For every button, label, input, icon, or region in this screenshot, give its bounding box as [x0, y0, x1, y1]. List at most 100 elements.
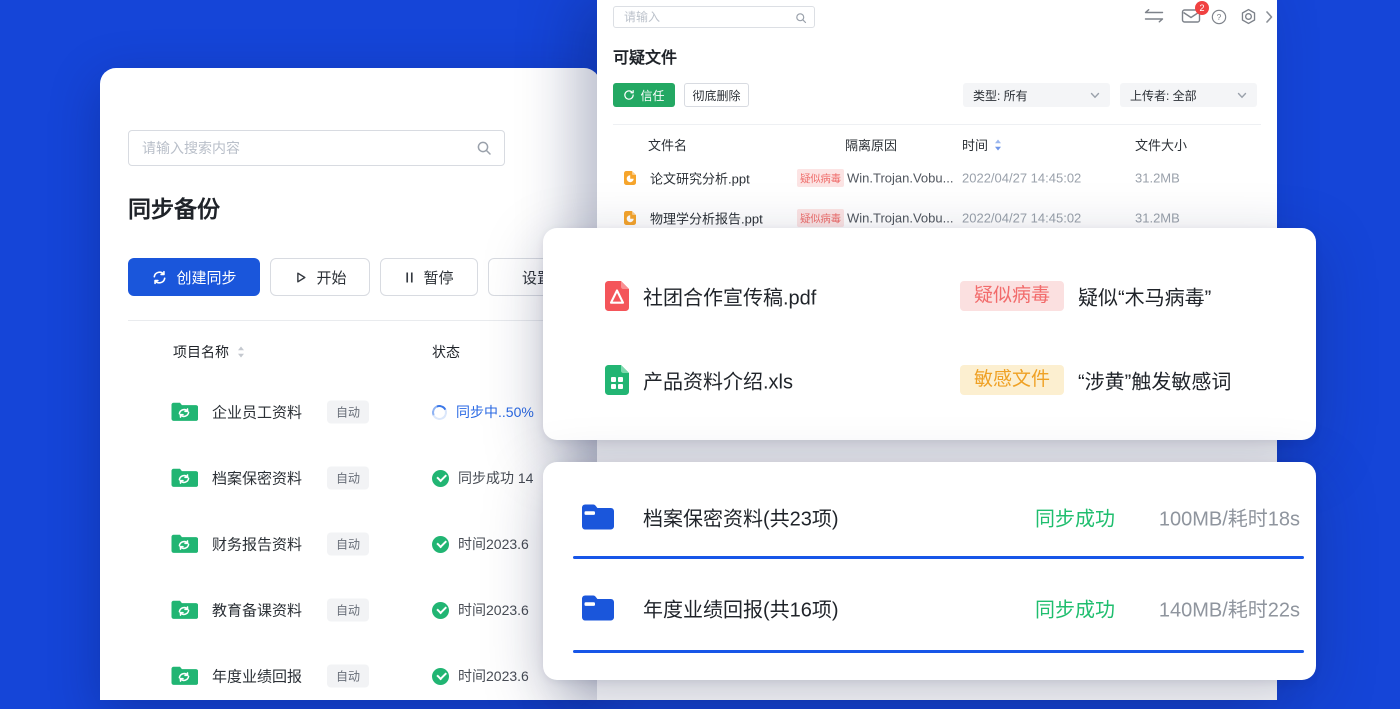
risk-badge: 疑似病毒	[960, 281, 1064, 311]
sync-detail: 140MB/耗时22s	[1159, 594, 1300, 623]
search-input[interactable]	[129, 131, 504, 165]
sync-result-card: 档案保密资料(共23项) 同步成功 100MB/耗时18s 年度业绩回报(共16项) 同…	[543, 462, 1316, 680]
auto-badge: 自动	[327, 401, 369, 424]
divider	[128, 320, 578, 321]
search-box[interactable]	[128, 130, 505, 166]
auto-badge: 自动	[327, 533, 369, 556]
chevron-down-icon	[1090, 92, 1100, 99]
sync-status: 同步成功	[1035, 594, 1115, 623]
progress-bar	[573, 556, 1304, 559]
uploader-filter[interactable]: 上传者: 全部	[1120, 83, 1257, 107]
quarantine-reason: Win.Trojan.Vobu...	[847, 171, 953, 186]
pause-button[interactable]: 暂停	[380, 258, 478, 296]
filename: 产品资料介绍.xls	[643, 366, 793, 395]
virus-badge: 疑似病毒	[797, 209, 844, 227]
sort-icon[interactable]	[237, 346, 245, 358]
virus-badge: 疑似病毒	[797, 169, 844, 187]
project-name: 年度业绩回报	[212, 666, 302, 687]
quarantine-rows: 论文研究分析.ppt疑似病毒Win.Trojan.Vobu...2022/04/…	[597, 158, 1277, 238]
column-header-status: 状态	[432, 342, 460, 362]
status-text: 同步成功 14	[458, 468, 533, 488]
type-filter[interactable]: 类型: 所有	[963, 83, 1110, 107]
gear-icon[interactable]	[1240, 8, 1257, 30]
page-title: 同步备份	[128, 190, 220, 224]
help-icon[interactable]: ?	[1211, 9, 1227, 30]
sync-folder-icon	[170, 533, 198, 556]
table-row[interactable]: 年度业绩回报 自动 时间2023.6	[100, 643, 600, 709]
swap-icon[interactable]	[1143, 8, 1165, 29]
risk-description: 疑似“木马病毒”	[1078, 282, 1211, 311]
chevron-down-icon	[1237, 92, 1247, 99]
mail-icon[interactable]: 2	[1181, 8, 1201, 29]
search-input[interactable]	[614, 7, 814, 27]
auto-badge: 自动	[327, 665, 369, 688]
table-row[interactable]: 论文研究分析.ppt疑似病毒Win.Trojan.Vobu...2022/04/…	[597, 158, 1277, 198]
quarantine-reason: Win.Trojan.Vobu...	[847, 211, 953, 226]
filename: 物理学分析报告.ppt	[650, 209, 763, 228]
ppt-file-icon	[622, 210, 638, 226]
filename: 论文研究分析.ppt	[650, 169, 750, 188]
folder-name: 档案保密资料(共23项)	[643, 503, 839, 532]
status-cell: 同步中..50%	[432, 402, 534, 422]
xls-file-icon	[600, 363, 634, 397]
start-button[interactable]: 开始	[270, 258, 370, 296]
table-row[interactable]: 教育备课资料自动时间2023.6	[100, 577, 600, 643]
status-check-icon	[432, 602, 449, 619]
status-cell: 同步成功 14	[432, 468, 533, 488]
status-text: 时间2023.6	[458, 600, 529, 620]
auto-badge: 自动	[327, 599, 369, 622]
status-cell: 时间2023.6	[432, 600, 529, 620]
table-row[interactable]: 档案保密资料 自动 同步成功 14	[100, 445, 600, 511]
sync-folder-icon	[170, 599, 198, 622]
project-name: 企业员工资料	[212, 402, 302, 423]
card-row: 社团合作宣传稿.pdf 疑似病毒疑似“木马病毒”	[543, 274, 1316, 318]
table-row[interactable]: 企业员工资料 自动 同步中..50%	[100, 379, 600, 445]
column-header-name[interactable]: 项目名称	[173, 342, 245, 362]
project-name: 档案保密资料	[212, 468, 302, 489]
card-row: 产品资料介绍.xls 敏感文件 “涉黄”触发敏感词	[543, 358, 1316, 402]
column-header-filename: 文件名	[648, 135, 687, 154]
sync-folder-icon	[170, 401, 198, 424]
search-box[interactable]	[613, 6, 815, 28]
play-icon	[293, 270, 308, 285]
pdf-file-icon	[600, 279, 634, 313]
divider	[613, 124, 1261, 125]
filename: 社团合作宣传稿.pdf	[643, 282, 816, 311]
search-icon[interactable]	[795, 11, 807, 23]
folder-name: 年度业绩回报(共16项)	[643, 594, 839, 623]
status-spinner-icon	[430, 402, 449, 421]
status-check-icon	[432, 536, 449, 553]
sync-backup-panel: 同步备份 创建同步 开始 暂停 设置 项目名称 状态	[100, 68, 600, 700]
status-text: 时间2023.6	[458, 666, 529, 686]
delete-button[interactable]: 彻底删除	[684, 83, 749, 107]
column-header-size: 文件大小	[1135, 135, 1187, 154]
sync-icon	[151, 269, 168, 286]
ppt-file-icon	[622, 170, 638, 186]
risk-description: “涉黄”触发敏感词	[1078, 366, 1231, 395]
sync-folder-icon	[170, 665, 198, 688]
notification-badge: 2	[1195, 1, 1209, 15]
table-row[interactable]: 财务报告资料自动时间2023.6	[100, 511, 600, 577]
pause-icon	[404, 271, 415, 284]
sync-folder-icon	[170, 467, 198, 490]
progress-bar	[573, 650, 1304, 653]
virus-detail-card: 社团合作宣传稿.pdf 疑似病毒疑似“木马病毒” 产品资料介绍.xls 敏感文件 “涉黄…	[543, 228, 1316, 440]
card-row: 年度业绩回报(共16项) 同步成功 140MB/耗时22s	[543, 579, 1316, 637]
chevron-right-icon[interactable]	[1265, 10, 1273, 29]
status-text: 时间2023.6	[458, 534, 529, 554]
sync-detail: 100MB/耗时18s	[1159, 503, 1300, 532]
risk-badge: 敏感文件	[960, 365, 1064, 395]
status-text: 同步中..50%	[456, 402, 534, 422]
column-header-time[interactable]: 时间	[962, 135, 1002, 154]
trust-button[interactable]: 信任	[613, 83, 675, 107]
search-icon[interactable]	[476, 140, 492, 156]
status-check-icon	[432, 470, 449, 487]
auto-badge: 自动	[327, 467, 369, 490]
file-size: 31.2MB	[1135, 211, 1180, 226]
page-title: 可疑文件	[613, 44, 677, 68]
folder-icon	[580, 503, 616, 532]
trust-icon	[623, 89, 635, 101]
sort-icon[interactable]	[994, 139, 1002, 151]
file-size: 31.2MB	[1135, 171, 1180, 186]
create-sync-button[interactable]: 创建同步	[128, 258, 260, 296]
